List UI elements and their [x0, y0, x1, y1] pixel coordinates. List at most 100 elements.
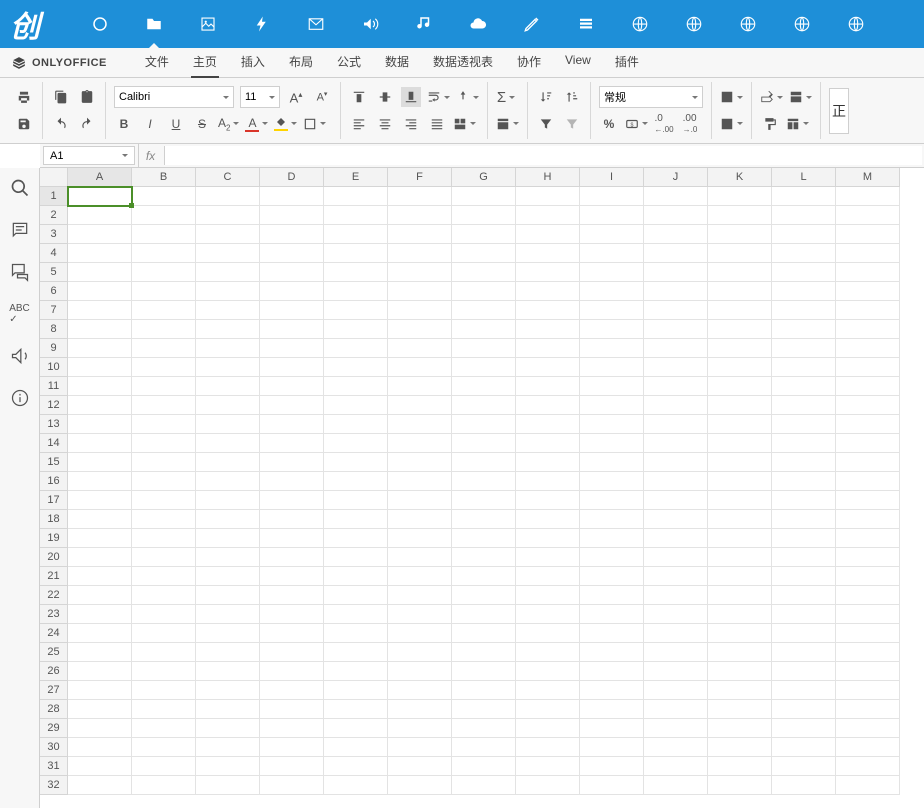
cell[interactable]: [836, 434, 900, 453]
cell[interactable]: [324, 244, 388, 263]
cell[interactable]: [708, 510, 772, 529]
cell[interactable]: [708, 453, 772, 472]
cell[interactable]: [516, 358, 580, 377]
accounting-button[interactable]: $: [625, 114, 648, 134]
cell[interactable]: [836, 472, 900, 491]
cell[interactable]: [388, 491, 452, 510]
search-icon[interactable]: [10, 178, 30, 198]
cell[interactable]: [132, 301, 196, 320]
cell[interactable]: [836, 491, 900, 510]
row-header[interactable]: 23: [40, 605, 68, 624]
cell[interactable]: [324, 719, 388, 738]
cell[interactable]: [132, 415, 196, 434]
align-top-button[interactable]: [349, 87, 369, 107]
underline-button[interactable]: U: [166, 114, 186, 134]
cell[interactable]: [580, 567, 644, 586]
cell[interactable]: [772, 548, 836, 567]
cell[interactable]: [708, 776, 772, 795]
column-header[interactable]: H: [516, 168, 580, 187]
cell[interactable]: [516, 320, 580, 339]
cell[interactable]: [388, 757, 452, 776]
cell[interactable]: [644, 548, 708, 567]
cell[interactable]: [580, 472, 644, 491]
row-header[interactable]: 30: [40, 738, 68, 757]
cell[interactable]: [708, 244, 772, 263]
cell[interactable]: [196, 453, 260, 472]
image-icon[interactable]: [198, 14, 218, 34]
cell[interactable]: [772, 472, 836, 491]
cell[interactable]: [132, 776, 196, 795]
cell[interactable]: [196, 700, 260, 719]
cell[interactable]: [452, 453, 516, 472]
cell[interactable]: [580, 358, 644, 377]
cell[interactable]: [644, 529, 708, 548]
cell[interactable]: [452, 624, 516, 643]
menu-item[interactable]: 插入: [239, 47, 267, 78]
cell[interactable]: [516, 415, 580, 434]
cell[interactable]: [644, 776, 708, 795]
cell[interactable]: [260, 358, 324, 377]
cell[interactable]: [68, 377, 132, 396]
align-middle-button[interactable]: [375, 87, 395, 107]
cell[interactable]: [772, 434, 836, 453]
row-header[interactable]: 26: [40, 662, 68, 681]
cell[interactable]: [516, 643, 580, 662]
cell[interactable]: [708, 719, 772, 738]
cell[interactable]: [68, 225, 132, 244]
font-color-button[interactable]: A: [245, 114, 268, 134]
cell[interactable]: [196, 434, 260, 453]
cell[interactable]: [132, 206, 196, 225]
cell[interactable]: [260, 548, 324, 567]
cell[interactable]: [708, 757, 772, 776]
cell[interactable]: [324, 301, 388, 320]
cell[interactable]: [772, 491, 836, 510]
cell[interactable]: [196, 681, 260, 700]
cell[interactable]: [836, 320, 900, 339]
conditional-formatting-button[interactable]: [789, 87, 812, 107]
cell[interactable]: [452, 757, 516, 776]
cell[interactable]: [196, 339, 260, 358]
cell[interactable]: [580, 776, 644, 795]
cell[interactable]: [324, 757, 388, 776]
cell[interactable]: [452, 187, 516, 206]
cell[interactable]: [708, 396, 772, 415]
cell[interactable]: [644, 643, 708, 662]
copy-button[interactable]: [51, 87, 71, 107]
align-bottom-button[interactable]: [401, 87, 421, 107]
cell[interactable]: [580, 662, 644, 681]
cell[interactable]: [132, 510, 196, 529]
row-header[interactable]: 3: [40, 225, 68, 244]
cell[interactable]: [324, 548, 388, 567]
cell[interactable]: [836, 605, 900, 624]
cell[interactable]: [68, 396, 132, 415]
cell[interactable]: [644, 681, 708, 700]
cell[interactable]: [452, 491, 516, 510]
percent-button[interactable]: %: [599, 114, 619, 134]
column-header[interactable]: D: [260, 168, 324, 187]
cell[interactable]: [196, 643, 260, 662]
cell[interactable]: [708, 643, 772, 662]
cell[interactable]: [708, 529, 772, 548]
cell[interactable]: [708, 206, 772, 225]
bolt-icon[interactable]: [252, 14, 272, 34]
menu-item[interactable]: 主页: [191, 47, 219, 78]
cell[interactable]: [68, 263, 132, 282]
cell[interactable]: [836, 206, 900, 225]
cell[interactable]: [708, 605, 772, 624]
cell[interactable]: [452, 529, 516, 548]
cell[interactable]: [836, 453, 900, 472]
cell[interactable]: [644, 491, 708, 510]
cell[interactable]: [580, 624, 644, 643]
cell[interactable]: [132, 377, 196, 396]
cell[interactable]: [260, 624, 324, 643]
cell[interactable]: [68, 700, 132, 719]
cell[interactable]: [708, 472, 772, 491]
cell[interactable]: [388, 434, 452, 453]
sound-icon[interactable]: [360, 14, 380, 34]
cell[interactable]: [516, 377, 580, 396]
cell[interactable]: [324, 776, 388, 795]
cell[interactable]: [580, 510, 644, 529]
cell[interactable]: [196, 529, 260, 548]
cell[interactable]: [708, 282, 772, 301]
cell[interactable]: [580, 738, 644, 757]
